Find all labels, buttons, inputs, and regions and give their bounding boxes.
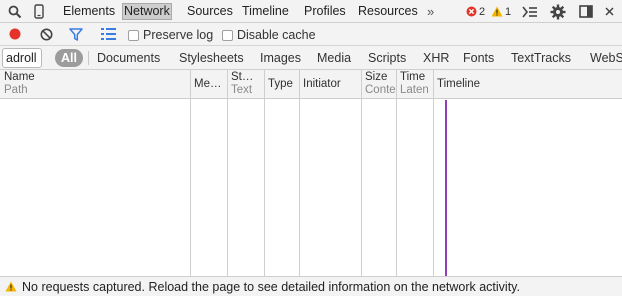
disable-cache-label: Disable cache — [237, 28, 316, 42]
filter-icon[interactable] — [68, 26, 84, 42]
column-title-timeline: Timeline — [437, 78, 481, 90]
preserve-log-box[interactable] — [128, 29, 139, 41]
status-message: No requests captured. Reload the page to… — [22, 279, 520, 294]
error-count: 2 — [479, 5, 486, 18]
column-title-type: Type — [268, 78, 293, 90]
gear-icon[interactable] — [548, 2, 568, 21]
dock-side-icon[interactable] — [576, 2, 596, 21]
column-header-method[interactable]: Me… — [190, 70, 227, 99]
warning-icon — [491, 6, 503, 17]
column-title-size: Size — [365, 71, 388, 83]
large-rows-icon[interactable] — [100, 26, 116, 42]
column-subtitle-path: Path — [4, 84, 28, 96]
status-bar: No requests captured. Reload the page to… — [0, 276, 622, 296]
timeline-event-marker — [445, 100, 447, 276]
column-header-status[interactable]: St… Text — [227, 70, 264, 99]
column-title-name: Name — [4, 71, 35, 83]
error-icon — [466, 6, 477, 17]
column-title-status: St… — [231, 71, 254, 83]
column-divider[interactable] — [361, 70, 362, 276]
column-header-type[interactable]: Type — [264, 70, 299, 99]
column-title-initiator: Initiator — [303, 78, 341, 90]
filter-type-all[interactable]: All — [55, 49, 83, 67]
column-divider[interactable] — [227, 70, 228, 276]
filter-input[interactable] — [2, 48, 42, 68]
column-title-method: Me… — [194, 78, 222, 90]
column-header-timeline[interactable]: Timeline — [433, 70, 622, 99]
record-icon[interactable] — [7, 26, 23, 42]
preserve-log-label: Preserve log — [143, 28, 214, 42]
column-divider[interactable] — [433, 70, 434, 276]
network-toolbar: Preserve log Disable cache — [0, 23, 622, 46]
tab-profiles[interactable]: Profiles — [302, 3, 348, 20]
filter-bar: All Documents Stylesheets Images Media S… — [0, 46, 622, 70]
warning-count: 1 — [505, 5, 512, 18]
disable-cache-box[interactable] — [222, 29, 233, 41]
filter-type-scripts[interactable]: Scripts — [368, 51, 406, 66]
clear-icon[interactable] — [38, 26, 54, 42]
console-drawer-icon[interactable] — [520, 2, 540, 21]
tab-elements[interactable]: Elements — [61, 3, 117, 20]
tab-timeline[interactable]: Timeline — [240, 3, 291, 20]
requests-table-header: Name Path Me… St… Text Type Initiator Si… — [0, 70, 622, 99]
filter-separator — [88, 51, 89, 65]
column-divider[interactable] — [299, 70, 300, 276]
tab-network[interactable]: Network — [122, 3, 172, 20]
filter-type-websockets[interactable]: WebS — [590, 51, 622, 66]
disable-cache-checkbox[interactable]: Disable cache — [222, 28, 316, 42]
column-divider[interactable] — [264, 70, 265, 276]
column-header-name[interactable]: Name Path — [0, 70, 190, 99]
warning-counter[interactable]: 1 — [491, 4, 511, 19]
column-header-time[interactable]: Time Laten — [396, 70, 433, 99]
filter-type-xhr[interactable]: XHR — [423, 51, 449, 66]
filter-type-stylesheets[interactable]: Stylesheets — [179, 51, 244, 66]
filter-type-documents[interactable]: Documents — [97, 51, 160, 66]
column-header-initiator[interactable]: Initiator — [299, 70, 361, 99]
column-subtitle-latency: Laten — [400, 84, 429, 96]
column-subtitle-text: Text — [231, 84, 253, 96]
filter-type-media[interactable]: Media — [317, 51, 351, 66]
filter-type-fonts[interactable]: Fonts — [463, 51, 494, 66]
filter-type-texttracks[interactable]: TextTracks — [511, 51, 571, 66]
more-tabs-button[interactable]: » — [427, 3, 434, 20]
warning-icon — [5, 281, 17, 292]
filter-type-images[interactable]: Images — [260, 51, 301, 66]
error-counter[interactable]: 2 — [466, 4, 485, 19]
column-divider[interactable] — [396, 70, 397, 276]
column-header-size[interactable]: Size Conte — [361, 70, 396, 99]
preserve-log-checkbox[interactable]: Preserve log — [128, 28, 213, 42]
tab-resources[interactable]: Resources — [356, 3, 420, 20]
devtools-tabbar: Elements Network Sources Timeline Profil… — [0, 0, 622, 23]
column-divider[interactable] — [190, 70, 191, 276]
device-mode-icon[interactable] — [29, 2, 49, 21]
column-subtitle-content: Conte — [365, 84, 396, 96]
close-icon[interactable] — [599, 2, 619, 21]
tab-sources[interactable]: Sources — [185, 3, 235, 20]
requests-table-body — [0, 99, 622, 275]
search-icon[interactable] — [5, 2, 25, 21]
column-title-time: Time — [400, 71, 426, 83]
